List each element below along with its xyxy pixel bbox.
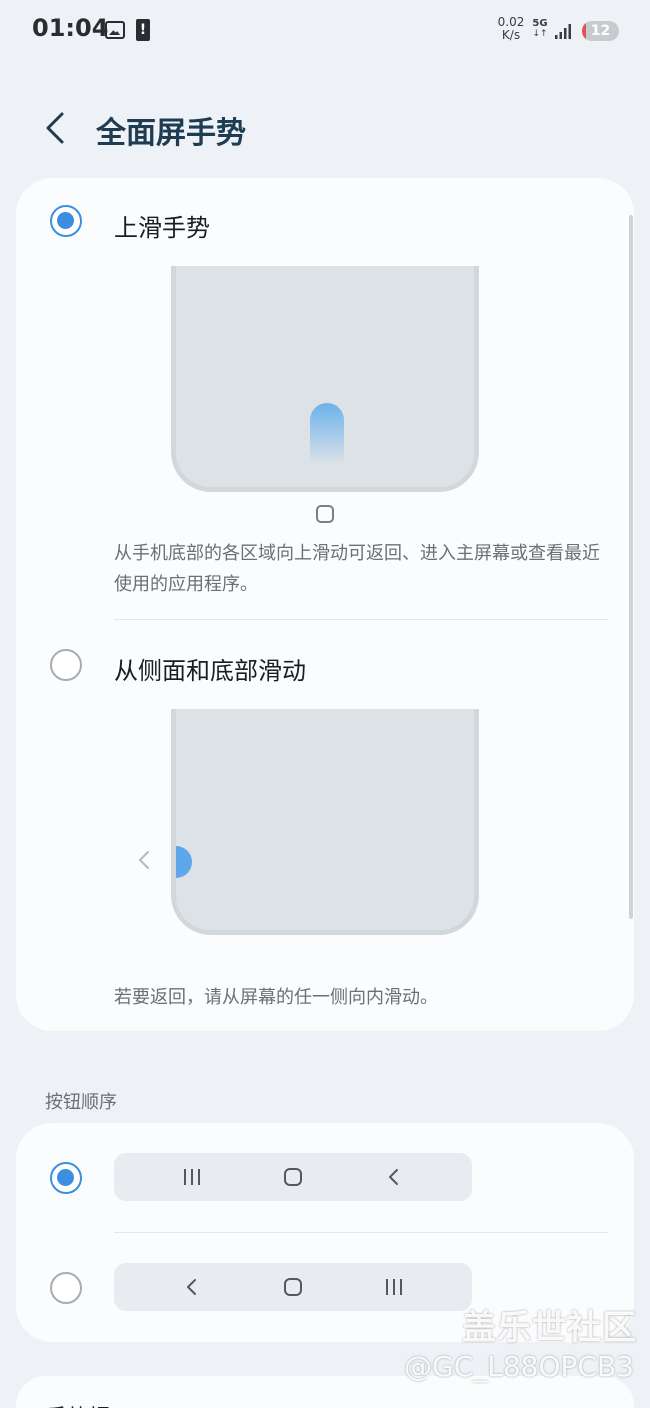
alert-icon: !	[136, 19, 150, 41]
data-arrows-icon: ↓↑	[532, 29, 548, 39]
recents-icon	[184, 1169, 200, 1185]
status-time: 01:04	[32, 14, 109, 42]
swipe-up-illustration	[171, 266, 479, 492]
signal-icon	[555, 24, 571, 39]
swipe-up-indicator	[310, 403, 344, 465]
gesture-hint-label[interactable]: 手势提	[45, 1400, 111, 1408]
button-order-preview-1[interactable]	[114, 1153, 472, 1201]
watermark-community: 盖乐世社区	[462, 1308, 637, 1348]
recents-icon	[386, 1279, 402, 1295]
home-button-icon	[316, 505, 334, 523]
back-icon	[389, 1169, 398, 1185]
network-type: 5G ↓↑	[530, 18, 550, 40]
radio-button-order-1[interactable]	[50, 1162, 82, 1194]
image-icon	[105, 21, 125, 39]
radio-side-bottom[interactable]	[50, 649, 82, 681]
chevron-left-icon[interactable]	[38, 104, 78, 152]
divider	[114, 619, 608, 620]
back-icon	[187, 1279, 196, 1295]
radio-swipe-up[interactable]	[50, 205, 82, 237]
network-type-label: 5G	[532, 18, 548, 29]
divider	[114, 1232, 608, 1233]
phone-screen	[176, 709, 474, 930]
watermark-user: @GC_L88OPCB3	[404, 1350, 634, 1383]
battery-icon: 12	[582, 21, 619, 41]
chevron-left-icon	[139, 851, 149, 869]
option-description-swipe-up: 从手机底部的各区域向上滑动可返回、进入主屏幕或查看最近使用的应用程序。	[114, 543, 600, 595]
home-icon	[284, 1278, 302, 1296]
option-label-swipe-up[interactable]: 上滑手势	[114, 208, 210, 243]
section-header-button-order: 按钮顺序	[45, 1092, 117, 1113]
button-order-preview-2[interactable]	[114, 1263, 472, 1311]
home-icon	[284, 1168, 302, 1186]
option-description-side-bottom: 若要返回，请从屏幕的任一侧向内滑动。	[114, 987, 438, 1008]
status-bar: 01:04 ! 0.02 K/s 5G ↓↑ 12	[0, 0, 650, 60]
radio-button-order-2[interactable]	[50, 1272, 82, 1304]
side-swipe-illustration	[171, 709, 479, 935]
option-label-side-bottom[interactable]: 从侧面和底部滑动	[114, 651, 306, 686]
page-title: 全面屏手势	[96, 116, 246, 151]
scrollbar[interactable]	[629, 215, 633, 919]
network-speed-unit: K/s	[501, 28, 521, 42]
battery-level: 12	[590, 23, 611, 39]
network-speed: 0.02 K/s	[493, 16, 529, 42]
